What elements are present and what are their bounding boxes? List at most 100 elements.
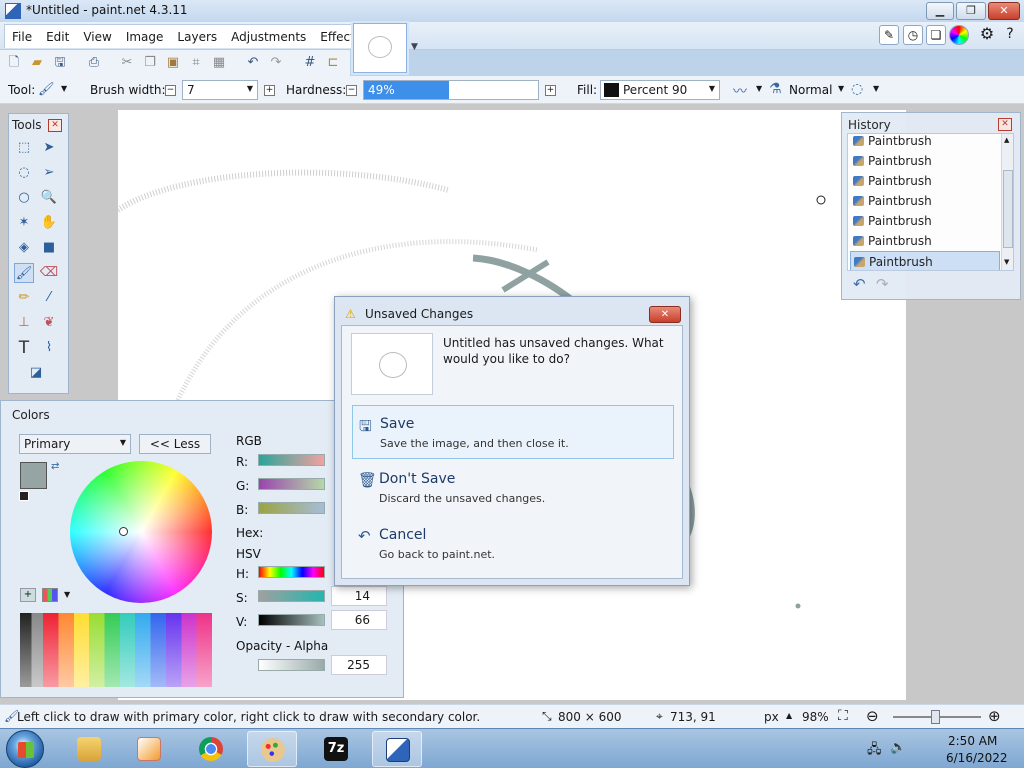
zoom-icon[interactable]: 🔍 [39, 188, 59, 208]
magic-wand-icon[interactable]: ✶ [14, 213, 34, 233]
hue-slider[interactable] [258, 566, 325, 578]
history-item[interactable]: Paintbrush [850, 171, 1000, 191]
open-folder-icon[interactable]: ▰ [28, 54, 46, 72]
saturation-slider[interactable] [258, 590, 325, 602]
zoom-out-icon[interactable]: ⊖ [866, 707, 879, 725]
history-redo-icon[interactable]: ↷ [876, 275, 889, 293]
paintbrush-tool-icon[interactable]: 🖌 [38, 82, 56, 97]
menu-view[interactable]: View [76, 25, 118, 48]
crop-icon[interactable]: ⌗ [187, 54, 205, 72]
tools-window-icon[interactable]: ✎ [879, 25, 899, 45]
saturation-input[interactable]: 14 [331, 586, 387, 606]
history-window-icon[interactable]: ◷ [903, 25, 923, 45]
redo-icon[interactable]: ↷ [267, 54, 285, 72]
eraser-icon[interactable]: ⌫ [39, 263, 59, 283]
pan-hand-icon[interactable]: ✋ [39, 213, 59, 233]
menu-layers[interactable]: Layers [170, 25, 224, 48]
gradient-icon[interactable]: ■ [39, 238, 59, 258]
primary-color-swatch[interactable] [20, 462, 47, 489]
colors-window-icon[interactable] [949, 25, 969, 45]
ruler-icon[interactable]: ⊏ [324, 54, 342, 72]
add-palette-color-icon[interactable]: + [20, 588, 36, 602]
swap-colors-icon[interactable]: ⇄ [51, 461, 59, 472]
taskbar-paint-net[interactable] [247, 731, 297, 767]
line-curve-icon[interactable]: ⌇ [39, 338, 59, 358]
document-list-arrow-icon[interactable]: ▼ [411, 42, 418, 52]
fill-dropdown[interactable]: Percent 90 ▼ [600, 80, 720, 100]
grid-icon[interactable]: # [301, 54, 319, 72]
layers-window-icon[interactable]: ❏ [926, 25, 946, 45]
undo-icon[interactable]: ↶ [244, 54, 262, 72]
scroll-down-icon[interactable]: ▼ [1004, 258, 1009, 266]
cancel-option-button[interactable]: ↶ Cancel Go back to paint.net. [352, 517, 674, 571]
copy-icon[interactable]: ❐ [141, 54, 159, 72]
hardness-slider[interactable]: 49% [363, 80, 539, 100]
history-scrollbar[interactable]: ▲ ▼ [1001, 134, 1013, 270]
alpha-blending-icon[interactable]: ◌ [851, 81, 863, 97]
history-panel-close-icon[interactable]: ✕ [998, 118, 1012, 131]
close-button[interactable]: ✕ [988, 2, 1020, 20]
zoom-in-icon[interactable]: ⊕ [988, 707, 1001, 725]
tools-panel-close-icon[interactable]: ✕ [48, 119, 62, 132]
alpha-blending-dropdown-icon[interactable]: ▼ [873, 84, 879, 93]
value-input[interactable]: 66 [331, 610, 387, 630]
palette-menu-icon[interactable] [42, 588, 58, 602]
color-wheel[interactable] [70, 461, 212, 603]
blend-mode-dropdown-icon[interactable]: ▼ [838, 84, 844, 93]
alpha-slider[interactable] [258, 659, 325, 671]
hardness-increase-icon[interactable]: + [545, 85, 556, 96]
pencil-icon[interactable]: ✏ [14, 288, 34, 308]
print-icon[interactable]: ⎙ [85, 54, 103, 72]
text-icon[interactable]: T [14, 338, 34, 358]
scroll-thumb[interactable] [1003, 170, 1013, 248]
color-target-dropdown-icon[interactable]: ▼ [120, 438, 126, 447]
history-item[interactable]: Paintbrush [850, 231, 1000, 251]
less-button[interactable]: << Less [139, 434, 211, 454]
taskbar-media-player[interactable] [124, 731, 174, 767]
antialias-dropdown-icon[interactable]: ▼ [756, 84, 762, 93]
brush-width-increase-icon[interactable]: + [264, 85, 275, 96]
volume-icon[interactable]: 🔈 [890, 740, 906, 755]
zoom-fit-icon[interactable]: ⛶ [838, 708, 848, 724]
units-dropdown-icon[interactable]: ▲ [786, 711, 792, 720]
value-slider[interactable] [258, 614, 325, 626]
minimize-button[interactable]: ▁ [926, 2, 954, 20]
red-slider[interactable] [258, 454, 325, 466]
menu-image[interactable]: Image [119, 25, 171, 48]
network-icon[interactable]: 🖧 [867, 740, 882, 762]
ellipse-select-icon[interactable]: ○ [14, 188, 34, 208]
paint-bucket-icon[interactable]: ◈ [14, 238, 34, 258]
history-item[interactable]: Paintbrush [850, 151, 1000, 171]
history-item[interactable]: Paintbrush [850, 191, 1000, 211]
start-button[interactable] [6, 730, 44, 768]
history-item-selected[interactable]: Paintbrush [850, 251, 1000, 270]
document-thumbnail[interactable] [353, 23, 407, 73]
color-wheel-marker[interactable] [119, 527, 128, 536]
zoom-level[interactable]: 98% [802, 710, 829, 724]
brush-width-decrease-icon[interactable]: − [165, 85, 176, 96]
taskbar-chrome[interactable] [186, 731, 236, 767]
clock-date[interactable]: 6/16/2022 [946, 751, 1008, 765]
maximize-button[interactable]: ❐ [956, 2, 986, 20]
clone-stamp-icon[interactable]: ⊥ [14, 313, 34, 333]
zoom-slider-thumb[interactable] [931, 710, 940, 724]
move-selection-icon[interactable]: ➤ [39, 138, 59, 158]
blend-mode-value[interactable]: Normal [789, 83, 832, 97]
reset-colors-icon[interactable] [19, 491, 29, 501]
recolor-icon[interactable]: ❦ [39, 313, 59, 333]
antialias-icon[interactable]: 〰 [733, 81, 747, 101]
history-undo-icon[interactable]: ↶ [853, 275, 866, 293]
fill-dropdown-icon[interactable]: ▼ [709, 84, 715, 93]
taskbar-paint-net-document[interactable] [372, 731, 422, 767]
units-selector[interactable]: px [764, 710, 779, 724]
paintbrush-icon[interactable]: 🖌 [14, 263, 34, 283]
color-target-dropdown[interactable]: Primary ▼ [19, 434, 131, 454]
shapes-icon[interactable]: ◪ [21, 363, 51, 383]
rectangle-select-icon[interactable]: ⬚ [14, 138, 34, 158]
menu-file[interactable]: File [5, 25, 39, 48]
move-selected-icon[interactable]: ➢ [39, 163, 59, 183]
scroll-up-icon[interactable]: ▲ [1004, 136, 1009, 144]
menu-adjustments[interactable]: Adjustments [224, 25, 313, 48]
history-item[interactable]: Paintbrush [850, 134, 1000, 151]
dialog-close-button[interactable]: ✕ [649, 306, 681, 323]
